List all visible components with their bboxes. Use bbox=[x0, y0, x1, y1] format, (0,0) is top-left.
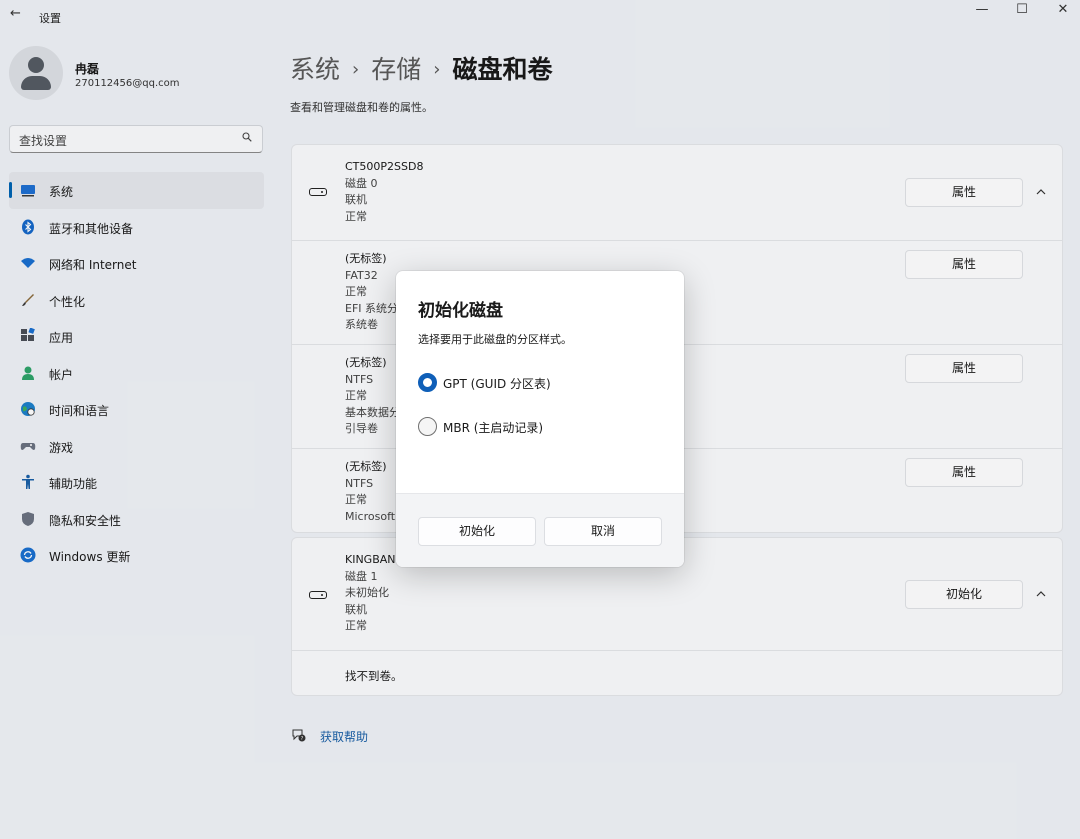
dialog-subtitle: 选择要用于此磁盘的分区样式。 bbox=[418, 333, 572, 346]
radio-gpt-label: GPT (GUID 分区表) bbox=[443, 377, 551, 391]
radio-mbr[interactable]: MBR (主启动记录) bbox=[418, 416, 668, 438]
dialog-title: 初始化磁盘 bbox=[418, 301, 503, 321]
initialize-button[interactable]: 初始化 bbox=[418, 517, 536, 546]
radio-unselected-icon bbox=[418, 417, 437, 436]
dialog-footer: 初始化 取消 bbox=[396, 493, 684, 567]
radio-gpt[interactable]: GPT (GUID 分区表) bbox=[418, 372, 668, 394]
radio-mbr-label: MBR (主启动记录) bbox=[443, 421, 544, 435]
initialize-disk-dialog: 初始化磁盘 选择要用于此磁盘的分区样式。 GPT (GUID 分区表) MBR … bbox=[396, 271, 684, 567]
cancel-button[interactable]: 取消 bbox=[544, 517, 662, 546]
radio-selected-icon bbox=[418, 373, 437, 392]
